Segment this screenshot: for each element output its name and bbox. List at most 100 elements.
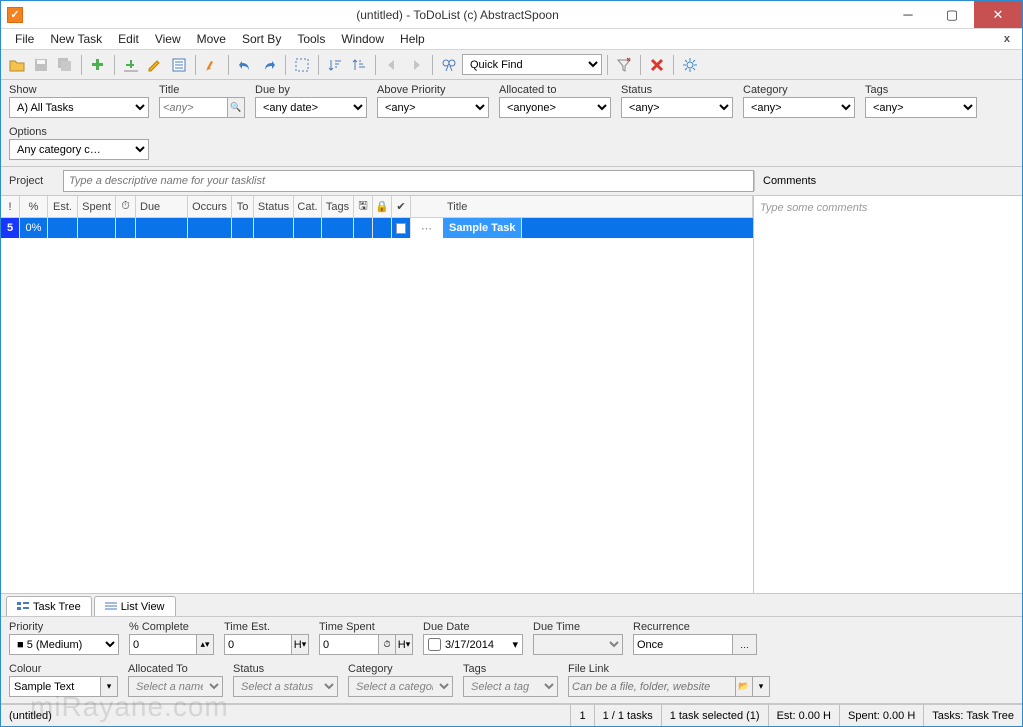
menu-help[interactable]: Help	[392, 30, 433, 48]
prop-category-label: Category	[348, 663, 453, 675]
prop-category-select[interactable]: Select a category	[348, 676, 453, 697]
spinner-icon[interactable]: ▴▾	[197, 634, 214, 655]
prop-priority-select[interactable]: ■ 5 (Medium)	[9, 634, 119, 655]
filter-title-input[interactable]	[159, 97, 227, 118]
delete-icon[interactable]	[646, 54, 668, 76]
menu-edit[interactable]: Edit	[110, 30, 147, 48]
status-selected: 1 task selected (1)	[661, 705, 768, 726]
cleanup-icon[interactable]	[201, 54, 223, 76]
undo-icon[interactable]	[234, 54, 256, 76]
prev-icon[interactable]	[381, 54, 403, 76]
filelink-dropdown-icon[interactable]: ▾	[753, 676, 770, 697]
menu-view[interactable]: View	[147, 30, 189, 48]
col-clock-icon[interactable]: ⏱	[116, 196, 136, 217]
filter-priority-select[interactable]: <any>	[377, 97, 489, 118]
cell-priority: 5	[1, 218, 20, 238]
menu-file[interactable]: File	[7, 30, 42, 48]
save-all-icon[interactable]	[54, 54, 76, 76]
prop-recurrence-label: Recurrence	[633, 621, 757, 633]
maximize-button[interactable]: ▢	[930, 1, 974, 28]
colour-dropdown-icon[interactable]: ▾	[101, 676, 118, 697]
col-title[interactable]: Title	[411, 196, 753, 217]
col-spent[interactable]: Spent	[78, 196, 116, 217]
project-name-input[interactable]	[63, 170, 754, 192]
next-icon[interactable]	[405, 54, 427, 76]
new-subtask-icon[interactable]	[120, 54, 142, 76]
task-header: ! % Est. Spent ⏱ Due Occurs To Status Ca…	[1, 196, 753, 218]
search-icon[interactable]: 🔍	[227, 97, 245, 118]
cell-title[interactable]: Sample Task	[443, 218, 522, 238]
prop-alloc-select[interactable]: Select a name	[128, 676, 223, 697]
col-status[interactable]: Status	[254, 196, 294, 217]
col-est[interactable]: Est.	[48, 196, 78, 217]
tab-list-view[interactable]: List View	[94, 596, 176, 616]
status-count: 1 / 1 tasks	[594, 705, 661, 726]
find-icon[interactable]	[438, 54, 460, 76]
prop-pct-input[interactable]	[129, 634, 197, 655]
minimize-button[interactable]: ─	[886, 1, 930, 28]
prop-duetime-select[interactable]	[533, 634, 623, 655]
cell-cat	[294, 218, 322, 238]
clock-icon[interactable]: ⏱	[379, 634, 396, 655]
menu-window[interactable]: Window	[333, 30, 392, 48]
col-check-icon[interactable]: ✔	[392, 196, 411, 217]
prop-tags-select[interactable]: Select a tag	[463, 676, 558, 697]
cell-to	[232, 218, 254, 238]
col-tags[interactable]: Tags	[322, 196, 354, 217]
col-to[interactable]: To	[232, 196, 254, 217]
properties-icon[interactable]	[168, 54, 190, 76]
toolbar: Quick Find	[1, 50, 1022, 80]
sort-desc-icon[interactable]	[348, 54, 370, 76]
cell-check[interactable]	[392, 218, 411, 238]
filter-category-select[interactable]: <any>	[743, 97, 855, 118]
open-icon[interactable]	[6, 54, 28, 76]
chevron-down-icon[interactable]: ▾	[512, 638, 518, 651]
filter-bar: Show A) All Tasks Title 🔍 Due by <any da…	[1, 80, 1022, 167]
task-row[interactable]: 5 0% ⋯ Sample Task	[1, 218, 753, 238]
col-occurs[interactable]: Occurs	[188, 196, 232, 217]
prop-status-select[interactable]: Select a status	[233, 676, 338, 697]
filter-dueby-select[interactable]: <any date>	[255, 97, 367, 118]
est-unit-button[interactable]: H▾	[292, 634, 309, 655]
mdi-close-icon[interactable]: x	[998, 31, 1016, 47]
col-cat[interactable]: Cat.	[294, 196, 322, 217]
filter-show-select[interactable]: A) All Tasks	[9, 97, 149, 118]
tree-icon	[17, 602, 29, 612]
new-task-icon[interactable]	[87, 54, 109, 76]
menu-move[interactable]: Move	[189, 30, 234, 48]
filter-status-select[interactable]: <any>	[621, 97, 733, 118]
prop-est-input[interactable]	[224, 634, 292, 655]
col-pct[interactable]: %	[20, 196, 48, 217]
col-disk-icon[interactable]: 🖫	[354, 196, 373, 217]
prop-filelink-input[interactable]	[568, 676, 736, 697]
select-all-icon[interactable]	[291, 54, 313, 76]
col-due[interactable]: Due	[136, 196, 188, 217]
save-icon[interactable]	[30, 54, 52, 76]
menu-sort-by[interactable]: Sort By	[234, 30, 289, 48]
due-date-checkbox[interactable]	[428, 634, 441, 655]
filter-alloc-select[interactable]: <anyone>	[499, 97, 611, 118]
task-list[interactable]: 5 0% ⋯ Sample Task	[1, 218, 753, 593]
prop-spent-input[interactable]	[319, 634, 379, 655]
filter-tags-select[interactable]: <any>	[865, 97, 977, 118]
col-priority[interactable]: !	[1, 196, 20, 217]
browse-icon[interactable]: 📂	[736, 676, 753, 697]
comments-pane[interactable]: Type some comments	[754, 196, 1022, 593]
due-date-value: 3/17/2014	[445, 639, 494, 651]
col-lock-icon[interactable]: 🔒	[373, 196, 392, 217]
tab-task-tree[interactable]: Task Tree	[6, 596, 92, 616]
edit-icon[interactable]	[144, 54, 166, 76]
ellipsis-button[interactable]: …	[733, 634, 757, 655]
filter-options-select[interactable]: Any category c…	[9, 139, 149, 160]
filter-clear-icon[interactable]	[613, 54, 635, 76]
sort-asc-icon[interactable]	[324, 54, 346, 76]
prop-recurrence-input[interactable]	[633, 634, 733, 655]
menu-new-task[interactable]: New Task	[42, 30, 110, 48]
close-button[interactable]: ✕	[974, 1, 1022, 28]
redo-icon[interactable]	[258, 54, 280, 76]
quick-find-input[interactable]: Quick Find	[462, 54, 602, 75]
settings-icon[interactable]	[679, 54, 701, 76]
spent-unit-button[interactable]: H▾	[396, 634, 413, 655]
menu-tools[interactable]: Tools	[289, 30, 333, 48]
prop-pct-label: % Complete	[129, 621, 214, 633]
